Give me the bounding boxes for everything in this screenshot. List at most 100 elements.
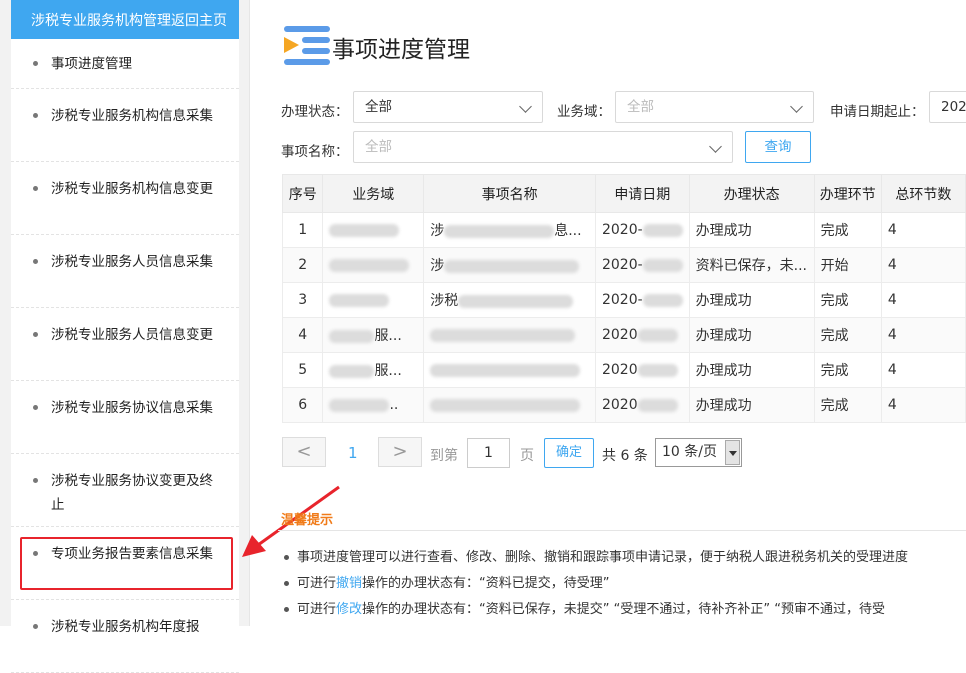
revoke-link[interactable]: 撤销 (336, 576, 362, 591)
next-page-button[interactable]: > (378, 437, 422, 467)
cell-status: 办理成功 (688, 352, 815, 388)
redacted-text (430, 398, 581, 412)
cell-domain: .. (322, 387, 425, 423)
domain-label: 业务域： (557, 104, 611, 120)
cell-no: 5 (281, 352, 324, 388)
sidebar-item-label: 涉税专业服务协议变更及终止 (51, 473, 213, 513)
cell-name-text: 涉税 (430, 293, 459, 309)
date-range-input[interactable]: 202 (929, 91, 966, 123)
cell-name-tail: 息... (554, 223, 582, 239)
col-header-total: 总环节数 (880, 174, 966, 213)
sidebar-item-staff-change[interactable]: 涉税专业服务人员信息变更 (11, 308, 239, 381)
domain-select[interactable]: 全部 (615, 91, 814, 123)
cell-total: 4 (880, 247, 966, 283)
cell-total: 4 (880, 282, 966, 318)
name-placeholder: 全部 (365, 139, 392, 155)
page-size-value: 10 条/页 (662, 444, 717, 460)
tip-text: 操作的办理状态有：“资料已保存，未提交” “受理不通过，待补齐补正” “预审不通… (362, 602, 885, 617)
sidebar-item-label: 涉税专业服务协议信息采集 (51, 400, 213, 416)
cell-status: 资料已保存，未... (688, 247, 815, 283)
name-select[interactable]: 全部 (353, 131, 733, 163)
highlight-box (20, 537, 233, 590)
tip-line-2: 可进行撤销操作的办理状态有：“资料已提交，待受理” (284, 572, 610, 591)
cell-name: 涉 息... (423, 212, 596, 248)
sidebar-item-progress[interactable]: 事项进度管理 (11, 39, 239, 89)
cell-name (423, 317, 596, 353)
sidebar-item-agreement-collect[interactable]: 涉税专业服务协议信息采集 (11, 381, 239, 454)
tips-title: 温馨提示 (281, 513, 334, 528)
records-table: 序号 业务域 事项名称 申请日期 办理状态 办理环节 总环节数 1 涉 息... … (281, 174, 966, 423)
table-row[interactable]: 2 涉 2020- 资料已保存，未... 开始 4 (281, 247, 966, 283)
sidebar-item-org-change[interactable]: 涉税专业服务机构信息变更 (11, 162, 239, 235)
col-header-step: 办理环节 (813, 174, 882, 213)
current-page-number[interactable]: 1 (348, 444, 358, 462)
page-size-select[interactable]: 10 条/页 (655, 438, 742, 467)
cell-date-text: 2020 (601, 397, 638, 413)
redacted-text (329, 364, 375, 378)
name-label: 事项名称： (281, 144, 349, 160)
redacted-text (329, 329, 375, 343)
sidebar-item-label: 涉税专业服务机构信息采集 (51, 108, 213, 124)
cell-domain-text: .. (389, 397, 399, 413)
col-header-name: 事项名称 (423, 174, 596, 213)
table-header-row: 序号 业务域 事项名称 申请日期 办理状态 办理环节 总环节数 (281, 174, 966, 213)
sidebar-item-staff-collect[interactable]: 涉税专业服务人员信息采集 (11, 235, 239, 308)
table-row[interactable]: 5 服... 2020 办理成功 完成 4 (281, 352, 966, 388)
status-label: 办理状态： (281, 104, 349, 120)
cell-domain: 服... (322, 317, 425, 353)
redacted-text (329, 398, 390, 412)
redacted-text (329, 258, 410, 272)
table-row[interactable]: 1 涉 息... 2020- 办理成功 完成 4 (281, 212, 966, 248)
cell-step: 完成 (813, 317, 882, 353)
col-header-no: 序号 (281, 174, 324, 213)
redacted-text (642, 223, 683, 237)
table-row[interactable]: 6 .. 2020 办理成功 完成 4 (281, 387, 966, 423)
cell-no: 2 (281, 247, 324, 283)
query-button[interactable]: 查询 (745, 131, 811, 163)
cell-no: 1 (281, 212, 324, 248)
cell-status: 办理成功 (688, 387, 815, 423)
chevron-down-icon (519, 100, 532, 113)
cell-step: 完成 (813, 212, 882, 248)
chevron-down-icon (709, 140, 722, 153)
cell-domain (322, 282, 425, 318)
cell-step: 开始 (813, 247, 882, 283)
cell-status: 办理成功 (688, 212, 815, 248)
goto-page-input[interactable]: 1 (467, 438, 510, 468)
cell-no: 3 (281, 282, 324, 318)
tip-line-3: 可进行修改操作的办理状态有：“资料已保存，未提交” “受理不通过，待补齐补正” … (284, 598, 885, 617)
page-title: 事项进度管理 (332, 37, 470, 63)
cell-step: 完成 (813, 387, 882, 423)
redacted-text (329, 293, 390, 307)
modify-link[interactable]: 修改 (336, 602, 362, 617)
cell-total: 4 (880, 387, 966, 423)
cell-total: 4 (880, 317, 966, 353)
date-value: 202 (941, 99, 966, 115)
redacted-text (637, 328, 678, 342)
cell-domain-text: 服... (374, 363, 402, 379)
col-header-domain: 业务域 (322, 174, 425, 213)
tip-text: 操作的办理状态有：“资料已提交，待受理” (362, 576, 610, 591)
cell-step: 完成 (813, 352, 882, 388)
prev-page-button[interactable]: < (282, 437, 326, 467)
goto-confirm-button[interactable]: 确定 (544, 438, 594, 468)
redacted-text (329, 223, 400, 237)
cell-date-text: 2020- (601, 257, 643, 273)
cell-date: 2020- (594, 247, 690, 283)
sidebar-item-org-collect[interactable]: 涉税专业服务机构信息采集 (11, 89, 239, 162)
col-header-date: 申请日期 (594, 174, 690, 213)
tip-line-1: 事项进度管理可以进行查看、修改、删除、撤销和跟踪事项申请记录，便于纳税人跟进税务… (284, 546, 908, 565)
cell-status: 办理成功 (688, 317, 815, 353)
table-row[interactable]: 3 涉税 2020- 办理成功 完成 4 (281, 282, 966, 318)
cell-name: 涉税 (423, 282, 596, 318)
sidebar-item-agreement-change[interactable]: 涉税专业服务协议变更及终止 (11, 454, 239, 527)
table-row[interactable]: 4 服... 2020 办理成功 完成 4 (281, 317, 966, 353)
sidebar-header[interactable]: 涉税专业服务机构管理返回主页 (11, 0, 239, 39)
cell-domain (322, 212, 425, 248)
col-header-status: 办理状态 (688, 174, 815, 213)
dropdown-arrow-icon (725, 440, 740, 465)
status-select[interactable]: 全部 (353, 91, 543, 123)
sidebar-item-annual-report[interactable]: 涉税专业服务机构年度报 (11, 600, 239, 673)
tip-text: 可进行 (297, 576, 337, 591)
redacted-text (444, 259, 580, 273)
